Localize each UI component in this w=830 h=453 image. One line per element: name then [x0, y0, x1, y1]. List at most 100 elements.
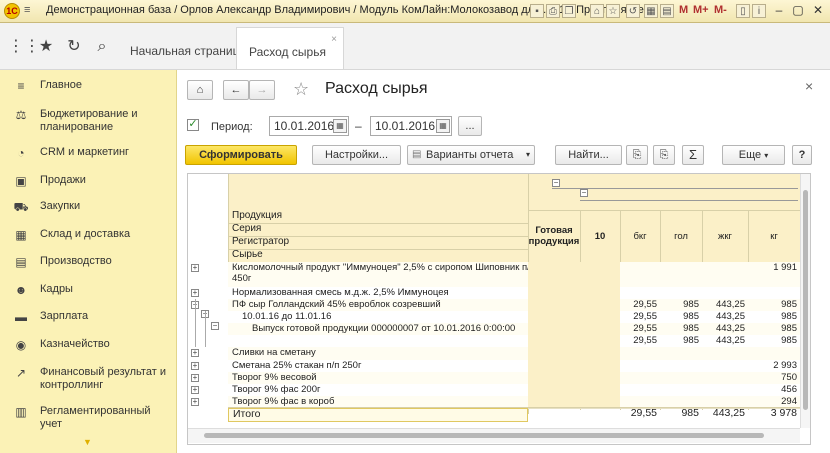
row-header-label: Сырье: [232, 249, 263, 260]
memory-plus-button[interactable]: M+: [693, 4, 709, 16]
calendar-icon[interactable]: ▦: [333, 119, 347, 133]
table-cell: [620, 287, 660, 299]
table-cell: [620, 384, 660, 396]
people-icon: ☻: [14, 283, 28, 297]
system-menu-icon[interactable]: ≡: [24, 4, 36, 17]
table-cell: [580, 299, 620, 311]
home-nav-button[interactable]: ⌂: [187, 80, 213, 100]
search-icon[interactable]: ⌕: [92, 37, 112, 57]
back-button[interactable]: ←: [223, 80, 249, 100]
table-row-label[interactable]: Творог 9% фас 200г: [228, 384, 528, 396]
scroll-down-icon[interactable]: ▼: [83, 437, 92, 447]
expand-icon[interactable]: +: [191, 398, 199, 406]
calendar-icon[interactable]: ▦: [436, 119, 450, 133]
table-cell: [580, 347, 620, 360]
header-group-area: [528, 174, 800, 210]
table-cell: [660, 360, 702, 372]
forward-button[interactable]: →: [249, 80, 275, 100]
favorite-icon[interactable]: ☆: [606, 4, 620, 18]
chart-icon: ↗: [15, 366, 27, 380]
history-icon[interactable]: ↺: [626, 4, 640, 18]
table-row-label[interactable]: Нормализованная смесь м.д.ж. 2,5% Иммуно…: [228, 287, 528, 299]
report-form: ⌂ ← → ☆ Расход сырья × ✓ Период: 10.01.2…: [177, 70, 830, 453]
expand-icon[interactable]: +: [191, 386, 199, 394]
grid-line: [552, 188, 798, 189]
panel-icon[interactable]: ▯: [736, 4, 750, 18]
print-icon[interactable]: ⎙: [546, 4, 560, 18]
expand-icon[interactable]: +: [191, 362, 199, 370]
column-header: жкг: [718, 230, 732, 242]
report-variants-button[interactable]: ▤ Варианты отчета ▾: [407, 145, 535, 165]
expand-icon[interactable]: +: [191, 374, 199, 382]
expand-icon[interactable]: +: [191, 349, 199, 357]
settings-button[interactable]: Настройки...: [312, 145, 401, 165]
table-row-label[interactable]: Сливки на сметану: [228, 347, 528, 360]
save-variant-icon[interactable]: ⎘: [626, 145, 648, 165]
collapse-icon[interactable]: −: [211, 322, 219, 330]
favorites-star-icon[interactable]: ★: [36, 37, 56, 57]
table-cell: [660, 287, 702, 299]
scroll-thumb[interactable]: [803, 190, 808, 410]
dropdown-arrow-icon: ▾: [525, 150, 530, 159]
table-row-label[interactable]: Выпуск готовой продукции 000000007 от 10…: [228, 323, 528, 335]
table-cell: [580, 311, 620, 323]
table-cell: 985: [748, 299, 800, 311]
more-button[interactable]: Еще ▾: [722, 145, 785, 165]
calendar-icon[interactable]: ▦: [644, 4, 658, 18]
apps-grid-icon[interactable]: ⋮⋮: [8, 37, 40, 57]
table-cell: [702, 372, 748, 384]
info-icon[interactable]: i: [752, 4, 766, 18]
favorite-star-icon[interactable]: ☆: [293, 79, 309, 100]
table-cell: [528, 262, 580, 287]
find-button[interactable]: Найти...: [555, 145, 622, 165]
table-row-label[interactable]: ПФ сыр Голландский 45% евроблок созревши…: [228, 299, 528, 311]
memory-button[interactable]: M: [679, 4, 688, 16]
expand-icon[interactable]: +: [191, 264, 199, 272]
row-header-label: Регистратор: [232, 236, 290, 247]
report-table[interactable]: − − Продукция Серия Регистратор Сырье Готовая …: [187, 173, 811, 445]
grid-line: [580, 200, 798, 201]
table-row-label[interactable]: Кисломолочный продукт "Иммуноцея" 2,5% с…: [228, 262, 528, 287]
history-icon[interactable]: ↻: [64, 37, 84, 57]
close-window-button[interactable]: ✕: [809, 3, 827, 19]
row-label-text: Творог 9% фас 200г: [232, 384, 321, 395]
sidebar-item-label: Склад и доставка: [40, 228, 131, 240]
menu-lines-icon: ≡: [17, 79, 25, 93]
table-row-label[interactable]: 10.01.16 до 11.01.16: [228, 311, 528, 323]
minimize-button[interactable]: –: [770, 3, 788, 19]
memory-minus-button[interactable]: M-: [714, 4, 727, 16]
save-icon[interactable]: ▪: [530, 4, 544, 18]
table-row-label[interactable]: Творог 9% весовой: [228, 372, 528, 384]
close-tab-icon[interactable]: ×: [331, 34, 337, 45]
horizontal-scrollbar[interactable]: [188, 428, 800, 443]
collapse-icon[interactable]: −: [580, 189, 588, 197]
help-button[interactable]: ?: [792, 145, 812, 165]
table-row-label[interactable]: Сметана 25% стакан п/п 250г: [228, 360, 528, 372]
copy-report-icon[interactable]: ⎘: [653, 145, 675, 165]
sum-button[interactable]: Σ: [682, 145, 704, 165]
table-row-label[interactable]: [228, 335, 528, 347]
close-form-icon[interactable]: ×: [805, 78, 813, 94]
ledger-icon: ▥: [15, 405, 27, 419]
collapse-icon[interactable]: −: [552, 179, 560, 187]
period-checkbox[interactable]: ✓: [187, 119, 199, 131]
table-cell: [702, 347, 748, 360]
calculator-icon[interactable]: ▤: [660, 4, 674, 18]
maximize-button[interactable]: ▢: [789, 3, 807, 19]
warehouse-icon: ▦: [15, 228, 27, 242]
table-cell: [660, 384, 702, 396]
scroll-thumb[interactable]: [204, 433, 764, 438]
sidebar-item-label: Казначейство: [40, 338, 110, 350]
copy-icon[interactable]: ❐: [562, 4, 576, 18]
tab-raw-consumption[interactable]: Расход сырья ×: [236, 27, 344, 69]
home-icon[interactable]: ⌂: [590, 4, 604, 18]
total-cell: 985: [681, 408, 699, 419]
grid-line: [195, 299, 196, 347]
period-select-button[interactable]: ...: [458, 116, 482, 136]
expand-icon[interactable]: +: [191, 289, 199, 297]
vertical-scrollbar[interactable]: [800, 174, 810, 428]
table-cell: [528, 311, 580, 323]
generate-button[interactable]: Сформировать: [185, 145, 297, 165]
total-cell: 443,25: [712, 408, 745, 419]
grid-line: [205, 311, 206, 347]
